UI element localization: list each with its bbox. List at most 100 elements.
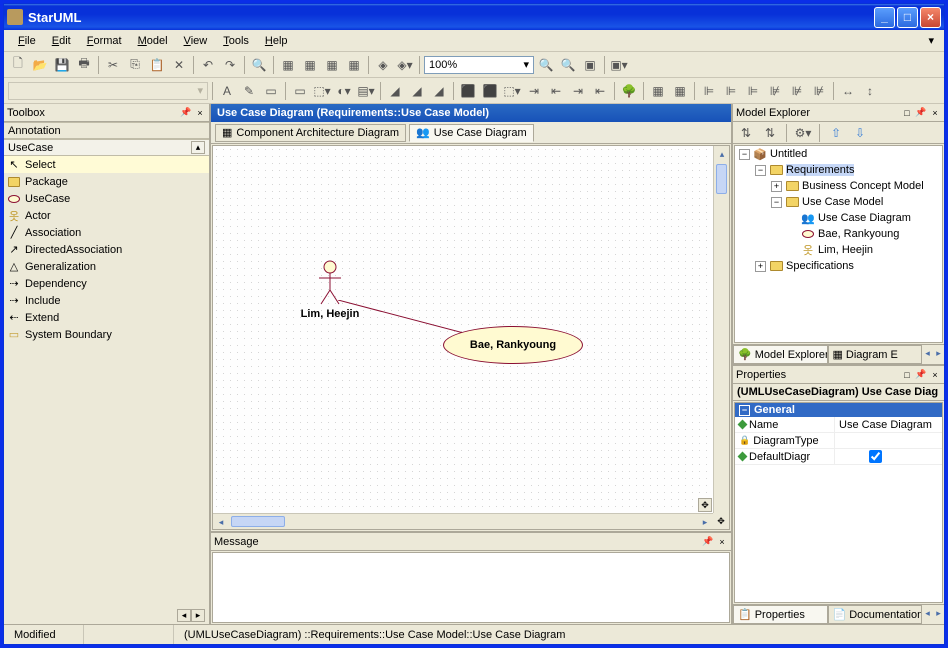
scroll-left-icon[interactable]: ◂ (177, 609, 191, 622)
undo-button[interactable]: ↶ (198, 55, 218, 75)
tree-node-ucm[interactable]: Use Case Model (802, 196, 883, 208)
tool-include[interactable]: ⇢Include (4, 292, 209, 309)
toolbox-group-annotation[interactable]: Annotation (4, 122, 209, 139)
scroll-corner-icon[interactable]: ✥ (713, 513, 729, 529)
tab-model-explorer[interactable]: 🌳Model Explorer (733, 345, 828, 364)
pan-icon[interactable]: ✥ (698, 498, 712, 512)
actor-lim-heejin[interactable]: Lim, Heejin (312, 260, 348, 320)
tab-use-case[interactable]: 👥Use Case Diagram (409, 124, 534, 142)
me-sort1-button[interactable]: ⇅ (736, 123, 756, 143)
font-combo[interactable]: ▾ (8, 82, 208, 100)
tool-system-boundary[interactable]: ▭System Boundary (4, 326, 209, 343)
delete-button[interactable]: ✕ (169, 55, 189, 75)
pin-icon[interactable]: 📌 (702, 536, 714, 548)
message-body[interactable] (212, 552, 730, 623)
close-button[interactable]: × (920, 7, 941, 28)
menu-model[interactable]: Model (130, 33, 176, 49)
me-down-button[interactable]: ⇩ (850, 123, 870, 143)
tab-properties[interactable]: 📋Properties (733, 605, 828, 624)
tool-dependency[interactable]: ⇢Dependency (4, 275, 209, 292)
opt3-button[interactable]: ▦ (322, 55, 342, 75)
max-panel-icon[interactable]: □ (901, 107, 913, 119)
horizontal-scrollbar[interactable]: ◂▸ (213, 513, 713, 529)
expand-icon[interactable]: − (771, 197, 782, 208)
tab-right-icon[interactable]: ▸ (933, 605, 944, 621)
opt2-button[interactable]: ▦ (300, 55, 320, 75)
tree-button[interactable]: 🌳 (619, 81, 639, 101)
zoom-combo[interactable]: 100%▾ (424, 56, 534, 74)
close-panel-icon[interactable]: × (929, 369, 941, 381)
toolbox-group-usecase[interactable]: UseCase▴ (4, 139, 209, 156)
zoom-out-button[interactable]: 🔍 (536, 55, 556, 75)
tree-node-ucd[interactable]: Use Case Diagram (818, 212, 911, 224)
tree-node-spec[interactable]: Specifications (786, 260, 854, 272)
model-explorer-tree[interactable]: −📦Untitled −Requirements +Business Conce… (734, 145, 943, 343)
close-panel-icon[interactable]: × (716, 536, 728, 548)
open-button[interactable]: 📂 (30, 55, 50, 75)
property-row-name[interactable]: Name Use Case Diagram (735, 417, 942, 433)
cut-button[interactable]: ✂ (103, 55, 123, 75)
tree-node-bcm[interactable]: Business Concept Model (802, 180, 924, 192)
tab-left-icon[interactable]: ◂ (922, 605, 933, 621)
properties-grid[interactable]: −General Name Use Case Diagram 🔒DiagramT… (734, 402, 943, 603)
pin-icon[interactable]: 📌 (180, 107, 192, 119)
expand-icon[interactable]: − (755, 165, 766, 176)
save-button[interactable]: 💾 (52, 55, 72, 75)
find-button[interactable]: 🔍 (249, 55, 269, 75)
property-row-type[interactable]: 🔒DiagramType (735, 433, 942, 449)
expand-icon[interactable]: + (771, 181, 782, 192)
tree-node-bae[interactable]: Bae, Rankyoung (818, 228, 899, 240)
new-button[interactable]: 🗋 (8, 55, 28, 75)
me-sort2-button[interactable]: ⇅ (760, 123, 780, 143)
opt1-button[interactable]: ▦ (278, 55, 298, 75)
default-diagram-checkbox[interactable] (869, 450, 882, 463)
titlebar[interactable]: StarUML _ □ × (4, 4, 944, 30)
tab-component-arch[interactable]: ▦Component Architecture Diagram (215, 124, 406, 142)
menu-overflow-icon[interactable]: ▾ (924, 34, 938, 47)
print-button[interactable]: 🖶 (74, 55, 94, 75)
max-panel-icon[interactable]: □ (901, 369, 913, 381)
vertical-scrollbar[interactable]: ▴ (713, 146, 729, 513)
tab-diagram-explorer[interactable]: ▦Diagram E (828, 345, 923, 364)
zoom-in-button[interactable]: 🔍 (558, 55, 578, 75)
expand-icon[interactable]: + (755, 261, 766, 272)
copy-button[interactable]: ⎘ (125, 55, 145, 75)
tool-generalization[interactable]: △Generalization (4, 258, 209, 275)
tool-usecase[interactable]: UseCase (4, 190, 209, 207)
pin-icon[interactable]: 📌 (915, 369, 927, 381)
menu-file[interactable]: File (10, 33, 44, 49)
me-up-button[interactable]: ⇧ (826, 123, 846, 143)
tool-extend[interactable]: ⇠Extend (4, 309, 209, 326)
scroll-right-icon[interactable]: ▸ (191, 609, 205, 622)
tab-right-icon[interactable]: ▸ (933, 345, 944, 361)
minimize-button[interactable]: _ (874, 7, 895, 28)
opt4-button[interactable]: ▦ (344, 55, 364, 75)
close-panel-icon[interactable]: × (194, 107, 206, 119)
usecase-bae-rankyoung[interactable]: Bae, Rankyoung (443, 326, 583, 364)
menu-format[interactable]: Format (79, 33, 130, 49)
zoom-fit-button[interactable]: ▣ (580, 55, 600, 75)
close-panel-icon[interactable]: × (929, 107, 941, 119)
tool-select[interactable]: ↖Select (4, 156, 209, 173)
menu-tools[interactable]: Tools (215, 33, 257, 49)
opt5-button[interactable]: ◈ (373, 55, 393, 75)
opt7-button[interactable]: ▣▾ (609, 55, 629, 75)
diagram-canvas[interactable]: Lim, Heejin Bae, Rankyoung ▴ ◂▸ ✥ ✥ (212, 145, 730, 530)
tree-node-requirements[interactable]: Requirements (786, 164, 854, 176)
tab-left-icon[interactable]: ◂ (922, 345, 933, 361)
menu-view[interactable]: View (176, 33, 216, 49)
menu-help[interactable]: Help (257, 33, 296, 49)
property-row-default[interactable]: DefaultDiagr (735, 449, 942, 465)
opt6-button[interactable]: ◈▾ (395, 55, 415, 75)
pin-icon[interactable]: 📌 (915, 107, 927, 119)
redo-button[interactable]: ↷ (220, 55, 240, 75)
menu-edit[interactable]: Edit (44, 33, 79, 49)
tool-association[interactable]: ╱Association (4, 224, 209, 241)
tree-node-lim[interactable]: Lim, Heejin (818, 244, 873, 256)
paste-button[interactable]: 📋 (147, 55, 167, 75)
tool-actor[interactable]: 옷Actor (4, 207, 209, 224)
me-filter-button[interactable]: ⚙▾ (793, 123, 813, 143)
tab-documentation[interactable]: 📄Documentation (828, 605, 923, 624)
expand-icon[interactable]: − (739, 149, 750, 160)
property-category-general[interactable]: −General (735, 403, 942, 417)
